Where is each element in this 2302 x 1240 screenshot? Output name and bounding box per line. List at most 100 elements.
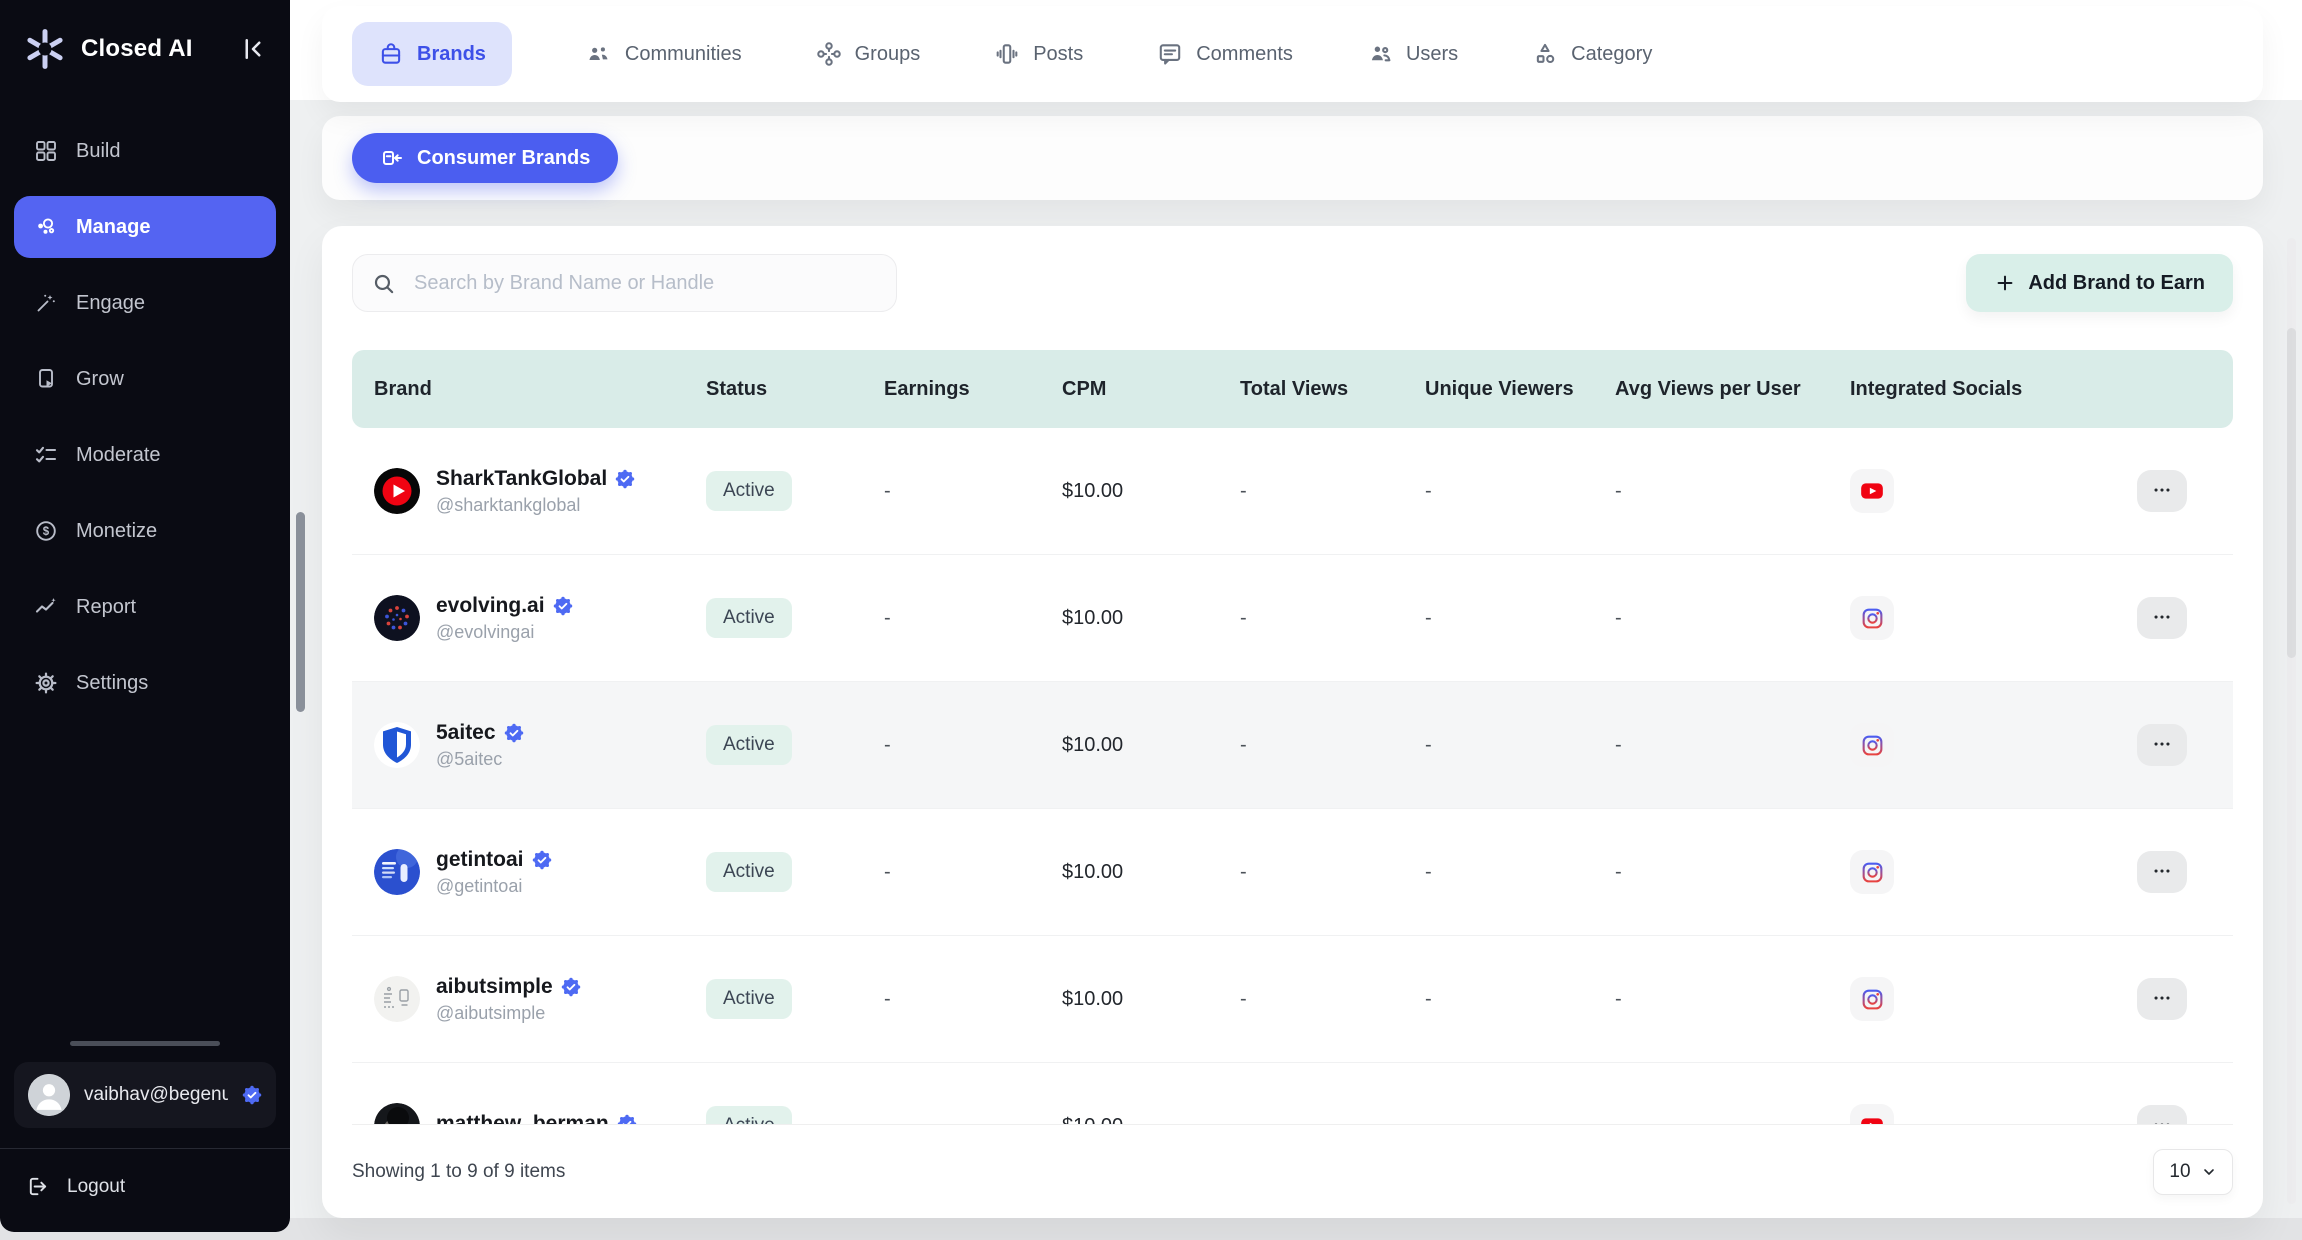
brand-cell: matthew_berman <box>352 1103 682 1124</box>
sidebar-collapse-icon[interactable] <box>238 34 268 64</box>
chevron-down-icon <box>2201 1164 2217 1180</box>
socials-cell <box>1826 723 2137 767</box>
brand-name-text: SharkTankGlobal <box>436 467 607 491</box>
table-row: matthew_bermanActive-$10.00--- <box>352 1063 2233 1124</box>
row-menu-button[interactable] <box>2137 978 2187 1020</box>
svg-text:$: $ <box>43 526 50 538</box>
brand-name[interactable]: aibutsimple <box>436 975 581 999</box>
sidebar-item-settings[interactable]: Settings <box>14 652 276 714</box>
top-nav: Brands Communities Groups Posts Comments User… <box>322 6 2263 102</box>
cpm-cell: $10.00 <box>1038 988 1216 1011</box>
status-cell: Active <box>682 471 860 511</box>
ellipsis-icon <box>2151 733 2173 758</box>
instagram-icon[interactable] <box>1850 596 1894 640</box>
total-views-cell: - <box>1216 1115 1401 1125</box>
add-brand-button[interactable]: Add Brand to Earn <box>1966 254 2233 312</box>
logout-button[interactable]: Logout <box>14 1149 276 1204</box>
sidebar-item-manage[interactable]: Manage <box>14 196 276 258</box>
socials-cell <box>1826 850 2137 894</box>
brand-avatar <box>374 976 420 1022</box>
actions-cell <box>2137 978 2233 1020</box>
brand-name[interactable]: evolving.ai <box>436 594 573 618</box>
sidebar-item-label: Manage <box>76 216 150 239</box>
row-menu-button[interactable] <box>2137 597 2187 639</box>
earnings-cell: - <box>860 480 1038 503</box>
status-cell: Active <box>682 852 860 892</box>
page-size-select[interactable]: 10 <box>2153 1149 2233 1195</box>
table-row: aibutsimple@aibutsimpleActive-$10.00--- <box>352 936 2233 1063</box>
status-badge: Active <box>706 471 792 511</box>
row-menu-button[interactable] <box>2137 851 2187 893</box>
brand-cell: aibutsimple@aibutsimple <box>352 975 682 1024</box>
sidebar-drag-handle[interactable] <box>70 1041 220 1046</box>
brand-info: 5aitec@5aitec <box>436 721 524 770</box>
sidebar-bottom: vaibhav@begenu... Logout <box>0 1041 290 1232</box>
brand-avatar <box>374 468 420 514</box>
brand-info: matthew_berman <box>436 1112 637 1124</box>
sidebar-item-label: Grow <box>76 368 124 391</box>
sidebar-scrollbar[interactable] <box>296 512 305 712</box>
verified-badge-icon <box>617 1114 637 1124</box>
youtube-icon[interactable] <box>1850 1104 1894 1124</box>
brand-name[interactable]: SharkTankGlobal <box>436 467 635 491</box>
sidebar: Closed AI Build Manage Engage Grow Moderate $… <box>0 0 290 1232</box>
brand-name-text: aibutsimple <box>436 975 553 999</box>
row-menu-button[interactable] <box>2137 470 2187 512</box>
row-menu-button[interactable] <box>2137 724 2187 766</box>
tab-posts[interactable]: Posts <box>994 22 1083 86</box>
column-header-integrated-socials: Integrated Socials <box>1826 378 2137 401</box>
brand-handle: @sharktankglobal <box>436 495 635 516</box>
brand-name-text: getintoai <box>436 848 524 872</box>
tab-users[interactable]: Users <box>1367 22 1458 86</box>
ellipsis-icon <box>2151 479 2173 504</box>
youtube-icon[interactable] <box>1850 469 1894 513</box>
checklist-icon <box>34 443 58 467</box>
tab-comments[interactable]: Comments <box>1157 22 1293 86</box>
status-badge: Active <box>706 979 792 1019</box>
shapes-icon <box>1532 41 1558 67</box>
plus-icon <box>1994 272 2016 294</box>
brand-info: aibutsimple@aibutsimple <box>436 975 581 1024</box>
brand-name[interactable]: getintoai <box>436 848 552 872</box>
sidebar-item-engage[interactable]: Engage <box>14 272 276 334</box>
unique-viewers-cell: - <box>1401 734 1591 757</box>
instagram-icon[interactable] <box>1850 850 1894 894</box>
table-row: getintoai@getintoaiActive-$10.00--- <box>352 809 2233 936</box>
status-badge: Active <box>706 725 792 765</box>
column-header-unique-viewers: Unique Viewers <box>1401 378 1591 401</box>
total-views-cell: - <box>1216 480 1401 503</box>
avg-views-cell: - <box>1591 988 1826 1011</box>
tab-category[interactable]: Category <box>1532 22 1652 86</box>
sidebar-item-moderate[interactable]: Moderate <box>14 424 276 486</box>
sidebar-item-build[interactable]: Build <box>14 120 276 182</box>
total-views-cell: - <box>1216 607 1401 630</box>
tab-label: Users <box>1406 43 1458 66</box>
brand-name[interactable]: matthew_berman <box>436 1112 637 1124</box>
status-cell: Active <box>682 1106 860 1124</box>
consumer-brands-button[interactable]: Consumer Brands <box>352 133 618 183</box>
brand-handle: @getintoai <box>436 876 552 897</box>
tab-communities[interactable]: Communities <box>586 22 742 86</box>
pagination-summary: Showing 1 to 9 of 9 items <box>352 1161 565 1183</box>
sidebar-item-report[interactable]: Report <box>14 576 276 638</box>
sidebar-item-label: Report <box>76 596 136 619</box>
brand-name[interactable]: 5aitec <box>436 721 524 745</box>
instagram-icon[interactable] <box>1850 723 1894 767</box>
tab-brands[interactable]: Brands <box>352 22 512 86</box>
page-scrollbar[interactable] <box>2287 238 2296 1204</box>
tab-label: Brands <box>417 43 486 66</box>
row-menu-button[interactable] <box>2137 1105 2187 1124</box>
sidebar-item-monetize[interactable]: $Monetize <box>14 500 276 562</box>
search-input[interactable] <box>412 271 878 296</box>
tab-label: Communities <box>625 43 742 66</box>
avg-views-cell: - <box>1591 734 1826 757</box>
actions-cell <box>2137 851 2233 893</box>
unique-viewers-cell: - <box>1401 480 1591 503</box>
table-row: evolving.ai@evolvingaiActive-$10.00--- <box>352 555 2233 682</box>
user-profile[interactable]: vaibhav@begenu... <box>14 1062 276 1128</box>
tab-groups[interactable]: Groups <box>816 22 921 86</box>
app-title: Closed AI <box>81 35 225 63</box>
instagram-icon[interactable] <box>1850 977 1894 1021</box>
sidebar-item-grow[interactable]: Grow <box>14 348 276 410</box>
page-scrollbar-thumb[interactable] <box>2287 328 2296 658</box>
